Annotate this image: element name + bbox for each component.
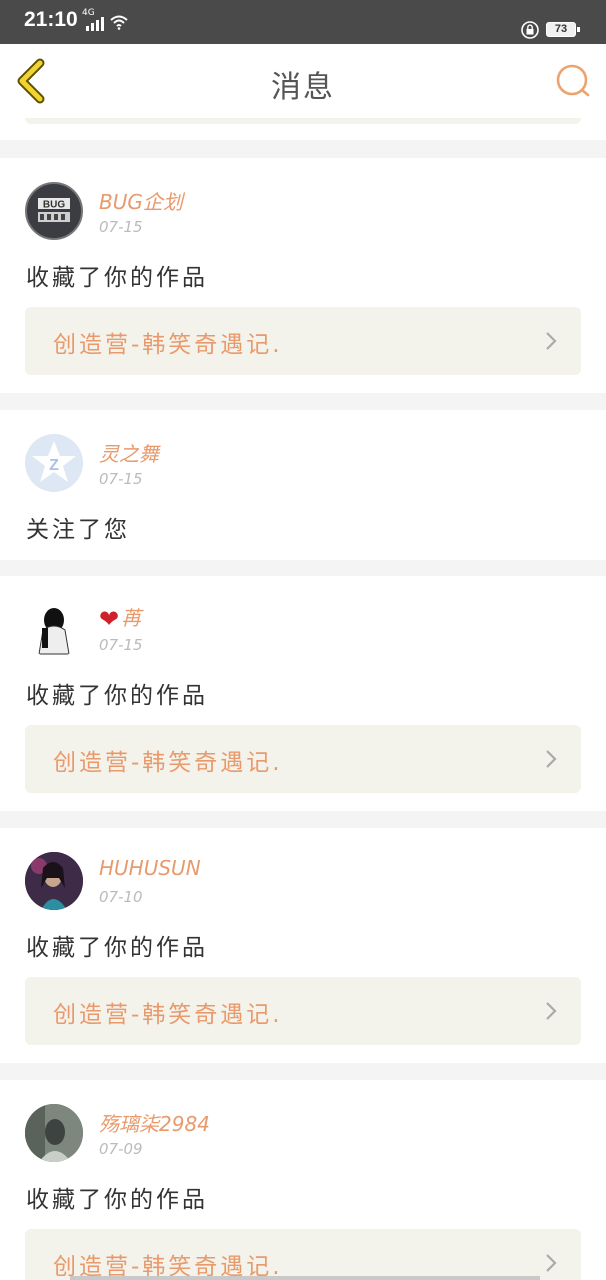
previous-card-stub: [0, 118, 606, 140]
chevron-right-icon: [546, 1254, 557, 1272]
avatar[interactable]: [25, 852, 83, 910]
user-name[interactable]: 殇璃柒2984: [99, 1108, 210, 1137]
lock-icon: [521, 21, 539, 39]
message-action: 收藏了你的作品: [26, 683, 208, 709]
status-bar: 21:10 4G 73: [0, 0, 606, 44]
star-z-icon: Z: [32, 441, 76, 482]
work-title: 创造营-韩笑奇遇记.: [53, 1002, 283, 1028]
message-list[interactable]: BUG BUG企划 07-15 收藏了你的作品 创造营-韩笑奇遇记. Z 灵之舞…: [0, 118, 606, 1280]
message-date: 07-09: [99, 1140, 143, 1158]
message-date: 07-15: [99, 636, 143, 654]
message-card: BUG BUG企划 07-15 收藏了你的作品 创造营-韩笑奇遇记.: [0, 158, 606, 393]
message-card: HUHUSUN 07-10 收藏了你的作品 创造营-韩笑奇遇记.: [0, 828, 606, 1063]
work-link[interactable]: 创造营-韩笑奇遇记.: [25, 1229, 581, 1280]
work-link[interactable]: 创造营-韩笑奇遇记.: [25, 307, 581, 375]
signal-icon: [86, 17, 104, 31]
status-time: 21:10: [24, 8, 78, 31]
message-card: 殇璃柒2984 07-09 收藏了你的作品 创造营-韩笑奇遇记.: [0, 1080, 606, 1280]
message-action: 收藏了你的作品: [26, 1187, 208, 1213]
message-date: 07-15: [99, 470, 143, 488]
app-header: 消息: [0, 44, 606, 119]
chevron-right-icon: [546, 1002, 557, 1020]
message-action: 收藏了你的作品: [26, 935, 208, 961]
avatar[interactable]: [25, 1104, 83, 1162]
work-title: 创造营-韩笑奇遇记.: [53, 332, 283, 358]
scroll-indicator: [70, 1276, 540, 1280]
chevron-right-icon: [546, 750, 557, 768]
message-action: 收藏了你的作品: [26, 265, 208, 291]
work-link[interactable]: 创造营-韩笑奇遇记.: [25, 977, 581, 1045]
avatar[interactable]: Z: [25, 434, 83, 492]
wifi-icon: [110, 15, 128, 30]
user-name[interactable]: ❤ 苒: [99, 602, 141, 633]
avatar[interactable]: [25, 600, 83, 658]
portrait-icon: [25, 852, 83, 910]
chevron-right-icon: [546, 332, 557, 350]
girl-silhouette-icon: [38, 608, 70, 655]
page-title: 消息: [271, 70, 335, 105]
heart-icon: ❤: [99, 605, 120, 633]
message-date: 07-10: [99, 888, 143, 906]
user-name[interactable]: 灵之舞: [99, 438, 159, 467]
portrait-icon: [25, 1104, 83, 1162]
search-icon[interactable]: [554, 62, 592, 100]
work-title: 创造营-韩笑奇遇记.: [53, 750, 283, 776]
message-card: ❤ 苒 07-15 收藏了你的作品 创造营-韩笑奇遇记.: [0, 576, 606, 811]
message-card: Z 灵之舞 07-15 关注了您: [0, 410, 606, 560]
svg-text:Z: Z: [49, 457, 59, 474]
svg-text:BUG: BUG: [43, 200, 65, 211]
work-link[interactable]: 创造营-韩笑奇遇记.: [25, 725, 581, 793]
bug-logo-icon: BUG: [38, 198, 70, 222]
user-name[interactable]: BUG企划: [99, 186, 183, 215]
user-name[interactable]: HUHUSUN: [99, 856, 201, 880]
message-date: 07-15: [99, 218, 143, 236]
battery-indicator: 73: [546, 22, 580, 37]
avatar[interactable]: BUG: [25, 182, 83, 240]
message-action: 关注了您: [26, 517, 130, 543]
